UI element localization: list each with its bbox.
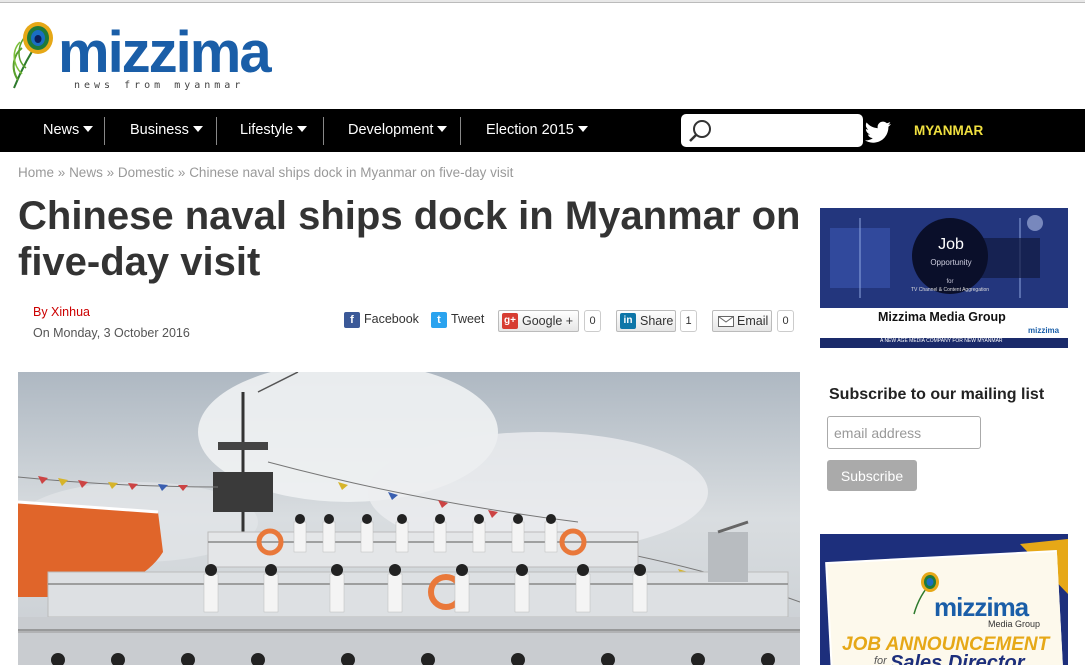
email-count: 0	[777, 310, 794, 332]
google-plus-button[interactable]: g+ Google +	[498, 310, 579, 332]
ad-footer: A NEW AGE MEDIA COMPANY FOR NEW MYANMAR	[880, 338, 1003, 344]
nav-item-label: News	[43, 122, 80, 138]
facebook-share-label: Facebook	[364, 312, 419, 326]
nav-item-news[interactable]: News	[43, 109, 94, 152]
peacock-feather-icon	[12, 22, 53, 89]
linkedin-count: 1	[680, 310, 697, 332]
subscribe-button[interactable]: Subscribe	[827, 460, 917, 491]
nav-divider	[323, 117, 324, 145]
google-plus-count: 0	[584, 310, 601, 332]
tweet-label: Tweet	[451, 312, 485, 326]
google-plus-label: Google +	[522, 314, 574, 328]
breadcrumb-current: Chinese naval ships dock in Myanmar on f…	[189, 165, 514, 180]
breadcrumb-separator: »	[57, 165, 66, 180]
nav-item-business[interactable]: Business	[130, 109, 203, 152]
ad2-logo-sub: Media Group	[988, 619, 1041, 629]
breadcrumb-domestic[interactable]: Domestic	[118, 165, 174, 180]
nav-divider	[460, 117, 461, 145]
article-date: On Monday, 3 October 2016	[33, 326, 190, 340]
search-icon[interactable]	[687, 118, 713, 144]
search-input[interactable]	[717, 119, 857, 141]
twitter-icon[interactable]	[864, 121, 892, 143]
ad-company: Mizzima Media Group	[878, 310, 1006, 324]
article-byline[interactable]: By Xinhua	[33, 305, 90, 319]
browser-top-border	[0, 0, 1085, 3]
email-share-button[interactable]: Email	[712, 310, 772, 332]
ad-opportunity-word: Opportunity	[930, 258, 972, 267]
naval-ship-photo	[18, 372, 800, 665]
breadcrumb-news[interactable]: News	[69, 165, 103, 180]
ad-job-word: Job	[938, 236, 964, 253]
job-opportunity-ad[interactable]: Job Opportunity for TV Channel & Content…	[820, 208, 1068, 348]
nav-item-label: Lifestyle	[240, 122, 294, 138]
caret-down-icon	[437, 126, 448, 132]
nav-item-label: Election 2015	[486, 122, 574, 138]
mailing-list-heading: Subscribe to our mailing list	[829, 386, 1045, 403]
ad2-subline: Sales Director	[890, 652, 1025, 665]
logo-tagline: news from myanmar	[74, 80, 245, 91]
facebook-share-button[interactable]: f Facebook	[344, 310, 424, 332]
linkedin-share-label: Share	[640, 314, 674, 328]
tweet-button[interactable]: t Tweet	[431, 310, 491, 332]
email-share: Email 0	[712, 310, 796, 332]
nav-item-lifestyle[interactable]: Lifestyle	[240, 109, 308, 152]
language-link-myanmar[interactable]: MYANMAR	[914, 109, 983, 152]
ad2-subline-prefix: for	[874, 655, 887, 665]
caret-down-icon	[192, 126, 203, 132]
caret-down-icon	[297, 126, 308, 132]
breadcrumb: Home » News » Domestic » Chinese naval s…	[18, 165, 513, 180]
ad-for-word: for	[946, 279, 954, 285]
nav-item-label: Business	[130, 122, 189, 138]
search-box	[681, 114, 863, 147]
linkedin-icon: in	[620, 313, 636, 329]
linkedin-share: in Share 1	[616, 310, 700, 332]
breadcrumb-separator: »	[177, 165, 186, 180]
nav-item-development[interactable]: Development	[348, 109, 448, 152]
google-plus-icon: g+	[502, 313, 518, 329]
main-nav: News Business Lifestyle Development Elec…	[0, 109, 1085, 152]
article-title: Chinese naval ships dock in Myanmar on f…	[18, 194, 801, 284]
twitter-bird-icon: t	[431, 312, 447, 328]
caret-down-icon	[577, 126, 588, 132]
email-address-field[interactable]	[827, 416, 981, 449]
envelope-icon	[718, 316, 734, 327]
nav-item-election-2015[interactable]: Election 2015	[486, 109, 588, 152]
job-announcement-ad[interactable]: mizzima Media Group JOB ANNOUNCEMENT for…	[820, 534, 1068, 665]
ad-brand: mizzima	[1028, 326, 1060, 335]
nav-item-label: Development	[348, 122, 434, 138]
site-logo[interactable]: mizzima news from myanmar	[8, 18, 318, 98]
facebook-icon: f	[344, 312, 360, 328]
article-main-image[interactable]	[18, 372, 800, 665]
caret-down-icon	[83, 126, 94, 132]
nav-divider	[104, 117, 105, 145]
ad-role: TV Channel & Content Aggregation	[910, 287, 990, 293]
breadcrumb-home[interactable]: Home	[18, 165, 54, 180]
email-share-label: Email	[737, 314, 769, 328]
nav-divider	[216, 117, 217, 145]
linkedin-share-button[interactable]: in Share	[616, 310, 676, 332]
breadcrumb-separator: »	[106, 165, 115, 180]
google-plus-share: g+ Google + 0	[498, 310, 604, 332]
logo-wordmark: mizzima	[58, 20, 272, 85]
